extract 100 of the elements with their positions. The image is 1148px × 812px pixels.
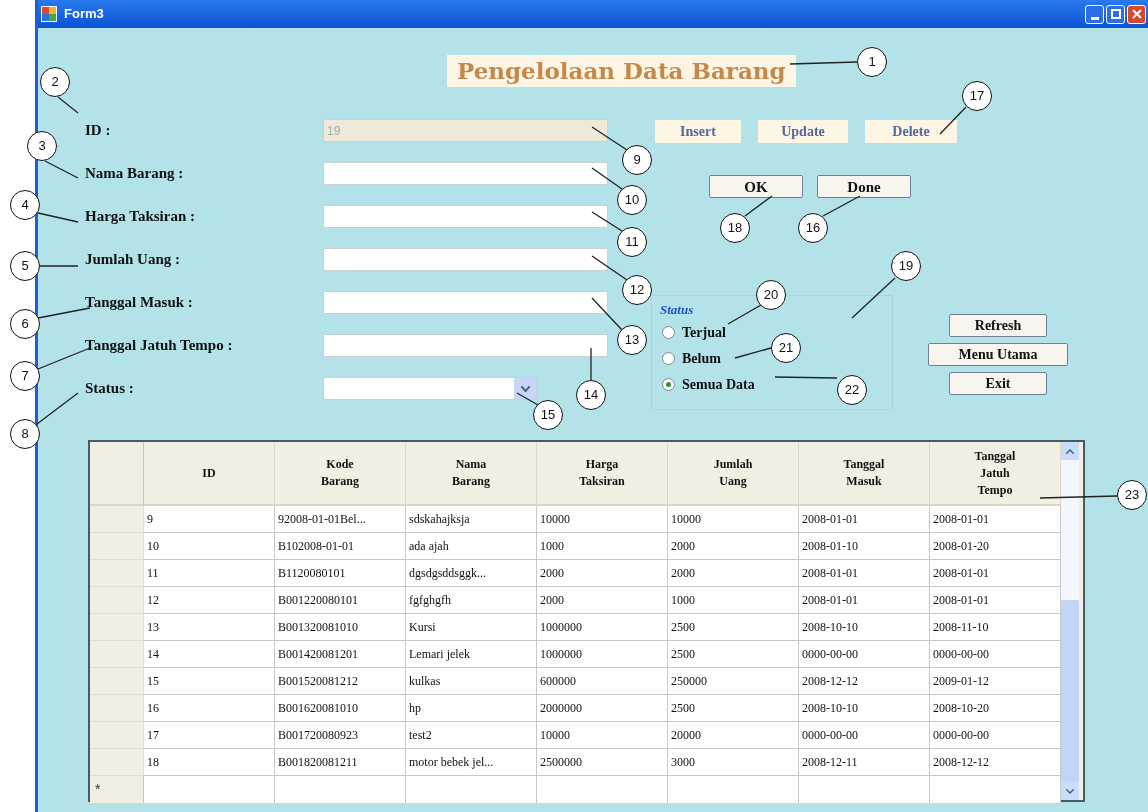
table-cell: 2008-10-20 (930, 695, 1061, 722)
table-cell: 11 (144, 560, 275, 587)
table-cell: 600000 (537, 668, 668, 695)
text-field[interactable] (323, 162, 608, 185)
form-button[interactable]: Refresh (949, 314, 1047, 337)
text-field[interactable] (323, 205, 608, 228)
minimize-button[interactable] (1085, 4, 1104, 24)
table-cell: 2008-01-01 (799, 506, 930, 533)
row-header-cell[interactable] (90, 587, 144, 614)
form-button[interactable]: OK (709, 175, 803, 198)
row-header-cell[interactable] (90, 668, 144, 695)
close-button[interactable] (1127, 4, 1146, 24)
table-cell: 10 (144, 533, 275, 560)
callout-number: 8 (10, 419, 40, 449)
text-field[interactable] (323, 291, 608, 314)
row-header-cell[interactable] (90, 533, 144, 560)
table-cell: 2008-01-20 (930, 533, 1061, 560)
action-button[interactable]: Delete (865, 120, 957, 143)
table-cell: 0000-00-00 (799, 722, 930, 749)
table-cell: 2008-12-11 (799, 749, 930, 776)
table-cell: 15 (144, 668, 275, 695)
row-header-cell[interactable] (90, 695, 144, 722)
radio-button[interactable] (662, 325, 675, 339)
column-header[interactable]: Harga Taksiran (579, 456, 625, 490)
table-cell: 10000 (537, 506, 668, 533)
row-header-cell[interactable] (90, 614, 144, 641)
column-header[interactable]: Tanggal Masuk (843, 456, 885, 490)
table-cell: 1000 (668, 587, 799, 614)
table-cell: 18 (144, 749, 275, 776)
down-icon (1066, 788, 1074, 794)
table-cell: dgsdgsddsggk... (406, 560, 537, 587)
form-button[interactable]: Exit (949, 372, 1047, 395)
maximize-button[interactable] (1106, 4, 1125, 24)
table-cell: 2500 (668, 641, 799, 668)
row-header-cell[interactable] (90, 641, 144, 668)
text-field[interactable] (323, 248, 608, 271)
column-header[interactable]: Nama Barang (452, 456, 490, 490)
form-button[interactable]: Menu Utama (928, 343, 1068, 366)
table-cell: 2008-11-10 (930, 614, 1061, 641)
table-cell: sdskahajksja (406, 506, 537, 533)
action-button[interactable]: Update (758, 120, 848, 143)
column-header[interactable]: Jumlah Uang (713, 456, 753, 490)
radio-button[interactable] (662, 351, 675, 365)
table-cell: 1000000 (537, 641, 668, 668)
column-header[interactable]: Kode Barang (321, 456, 359, 490)
field-label: Tanggal Jatuh Tempo : (85, 336, 234, 356)
leader-line (36, 392, 79, 425)
callout-number: 7 (10, 361, 40, 391)
table-cell: 2008-01-01 (930, 587, 1061, 614)
dropdown-button[interactable] (514, 378, 536, 399)
leader-line (590, 347, 592, 381)
field-label: Tanggal Masuk : (85, 293, 194, 313)
new-row-marker: * (90, 776, 144, 803)
table-cell: B001820081211 (275, 749, 406, 776)
leader-line (591, 297, 623, 331)
table-cell: 2008-12-12 (930, 749, 1061, 776)
table-cell: 20000 (668, 722, 799, 749)
row-header-cell[interactable] (90, 749, 144, 776)
table-cell: 2008-01-01 (930, 506, 1061, 533)
leader-line (37, 212, 79, 223)
table-cell: B001620081010 (275, 695, 406, 722)
table-cell: hp (406, 695, 537, 722)
text-field[interactable] (323, 334, 608, 357)
table-cell: 2000000 (537, 695, 668, 722)
leader-line (744, 195, 773, 217)
scroll-thumb[interactable] (1061, 600, 1079, 782)
table-cell: test2 (406, 722, 537, 749)
maximize-icon (1110, 9, 1121, 19)
scroll-down-button[interactable] (1061, 782, 1079, 800)
leader-line (774, 376, 838, 379)
leader-line (939, 106, 967, 135)
callout-number: 6 (10, 309, 40, 339)
table-cell: 2008-10-10 (799, 614, 930, 641)
form-button[interactable]: Done (817, 175, 911, 198)
callout-number: 3 (27, 131, 57, 161)
column-header[interactable]: Tanggal Jatuh Tempo (974, 447, 1016, 499)
table-cell: 2000 (537, 587, 668, 614)
row-header-cell[interactable] (90, 722, 144, 749)
table-cell: 2500000 (537, 749, 668, 776)
radio-button[interactable] (662, 377, 675, 391)
table-cell: fgfghgfh (406, 587, 537, 614)
table-cell: ada ajah (406, 533, 537, 560)
scrollbar[interactable] (1061, 442, 1079, 800)
radio-label: Belum (682, 349, 721, 368)
callout-number: 5 (10, 251, 40, 281)
row-header-cell[interactable] (90, 560, 144, 587)
leader-line (44, 160, 79, 179)
table-cell: B001520081212 (275, 668, 406, 695)
leader-line (822, 195, 861, 217)
column-header[interactable]: ID (202, 464, 216, 482)
scroll-up-button[interactable] (1061, 442, 1079, 460)
leader-line (591, 126, 628, 151)
table-cell: 10000 (668, 506, 799, 533)
action-button[interactable]: Insert (655, 120, 741, 143)
leader-line (591, 255, 628, 281)
row-header-cell[interactable] (90, 506, 144, 533)
window-title: Form3 (64, 5, 104, 24)
table-cell: B001720080923 (275, 722, 406, 749)
table-cell: 13 (144, 614, 275, 641)
table-cell: 2008-01-01 (930, 560, 1061, 587)
